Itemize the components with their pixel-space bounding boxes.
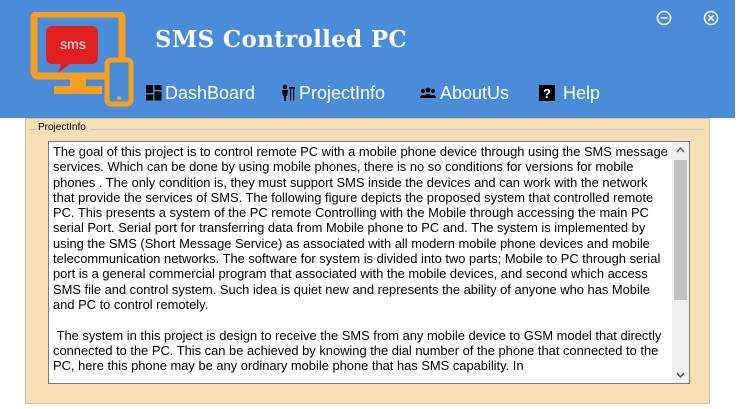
header-bar: sms SMS Controlled PC DashBoard ProjectI… xyxy=(0,0,735,118)
vertical-scrollbar[interactable] xyxy=(672,142,689,383)
app-logo-icon: sms xyxy=(30,12,134,107)
groupbox-border xyxy=(90,129,704,130)
paragraph: The system in this project is design to … xyxy=(53,327,665,374)
nav-label-help: Help xyxy=(563,82,601,103)
window-right-edge xyxy=(735,0,739,409)
nav-label-dashboard: DashBoard xyxy=(165,82,256,103)
scroll-down-arrow-icon[interactable] xyxy=(672,366,689,383)
logo-badge-text: sms xyxy=(60,36,86,52)
project-info-icon xyxy=(282,84,295,101)
nav-item-aboutus[interactable]: AboutUs xyxy=(419,80,509,106)
nav-item-help[interactable]: ? Help xyxy=(538,80,600,106)
help-icon: ? xyxy=(539,85,555,101)
app-title: SMS Controlled PC xyxy=(155,26,408,53)
project-info-panel: ProjectInfo The goal of this project is … xyxy=(25,118,710,404)
project-info-text[interactable]: The goal of this project is to control r… xyxy=(53,144,669,383)
users-icon xyxy=(420,87,436,98)
dashboard-icon xyxy=(146,85,162,101)
minimize-circle-icon[interactable] xyxy=(656,10,672,26)
groupbox-border xyxy=(30,129,36,130)
bottom-strip xyxy=(0,404,735,409)
nav-label-aboutus: AboutUs xyxy=(440,82,510,103)
paragraph: The goal of this project is to control r… xyxy=(53,144,668,312)
svg-text:?: ? xyxy=(543,86,551,101)
nav-label-projectinfo: ProjectInfo xyxy=(299,82,386,103)
close-circle-icon[interactable] xyxy=(703,10,719,26)
scrollbar-thumb[interactable] xyxy=(674,160,687,300)
groupbox-label: ProjectInfo xyxy=(38,122,86,133)
scroll-up-arrow-icon[interactable] xyxy=(672,142,689,159)
project-info-textbox[interactable]: The goal of this project is to control r… xyxy=(48,141,690,384)
nav-item-dashboard[interactable]: DashBoard xyxy=(146,80,255,106)
nav-item-projectinfo[interactable]: ProjectInfo xyxy=(280,80,385,106)
